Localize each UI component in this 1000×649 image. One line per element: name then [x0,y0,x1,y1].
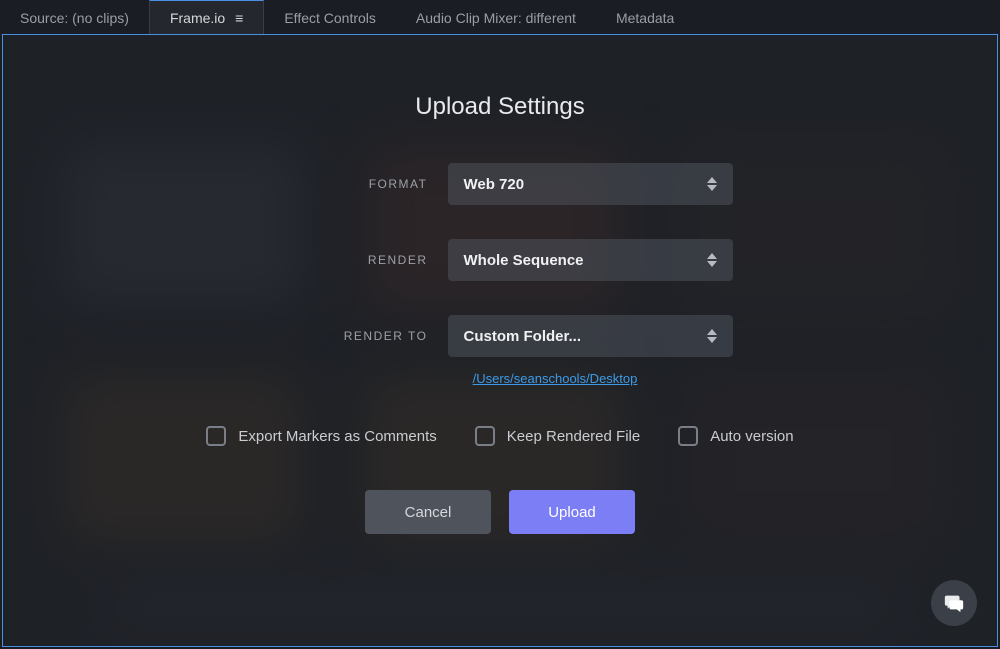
render-path-link[interactable]: /Users/seanschools/Desktop [473,371,638,386]
tab-metadata[interactable]: Metadata [596,0,694,34]
tab-effect-controls[interactable]: Effect Controls [264,0,396,34]
auto-version-checkbox[interactable]: Auto version [678,426,793,446]
checkbox-label: Auto version [710,428,793,445]
modal-title: Upload Settings [415,93,584,121]
tab-label: Audio Clip Mixer: different [416,10,576,26]
tab-label: Source: (no clips) [20,10,129,26]
format-select[interactable]: Web 720 [448,163,733,205]
tab-frameio[interactable]: Frame.io ≡ [149,0,264,34]
chat-icon [943,592,965,614]
format-row: FORMAT Web 720 [268,163,733,205]
render-to-label: RENDER TO [268,329,428,343]
frameio-panel: Upload Settings FORMAT Web 720 RENDER Wh… [2,34,998,647]
checkbox-box [206,426,226,446]
keep-rendered-checkbox[interactable]: Keep Rendered File [475,426,640,446]
tab-label: Metadata [616,10,674,26]
format-label: FORMAT [268,177,428,191]
upload-settings-modal: Upload Settings FORMAT Web 720 RENDER Wh… [3,35,997,534]
render-select[interactable]: Whole Sequence [448,239,733,281]
cancel-button[interactable]: Cancel [365,490,491,534]
tab-source[interactable]: Source: (no clips) [0,0,149,34]
checkbox-box [678,426,698,446]
panel-menu-icon[interactable]: ≡ [235,11,243,25]
render-to-select[interactable]: Custom Folder... [448,315,733,357]
checkbox-box [475,426,495,446]
button-row: Cancel Upload [365,490,635,534]
upload-button[interactable]: Upload [509,490,635,534]
render-value: Whole Sequence [464,252,584,269]
chat-fab[interactable] [931,580,977,626]
render-to-row: RENDER TO Custom Folder... [268,315,733,357]
tab-audio-mixer[interactable]: Audio Clip Mixer: different [396,0,596,34]
stepper-icon [707,253,717,267]
checkbox-label: Export Markers as Comments [238,428,436,445]
tab-label: Effect Controls [284,10,376,26]
stepper-icon [707,329,717,343]
checkbox-row: Export Markers as Comments Keep Rendered… [206,426,793,446]
render-label: RENDER [268,253,428,267]
stepper-icon [707,177,717,191]
checkbox-label: Keep Rendered File [507,428,640,445]
panel-tab-bar: Source: (no clips) Frame.io ≡ Effect Con… [0,0,1000,34]
render-to-value: Custom Folder... [464,328,582,345]
format-value: Web 720 [464,176,525,193]
tab-label: Frame.io [170,10,225,26]
render-row: RENDER Whole Sequence [268,239,733,281]
export-markers-checkbox[interactable]: Export Markers as Comments [206,426,436,446]
